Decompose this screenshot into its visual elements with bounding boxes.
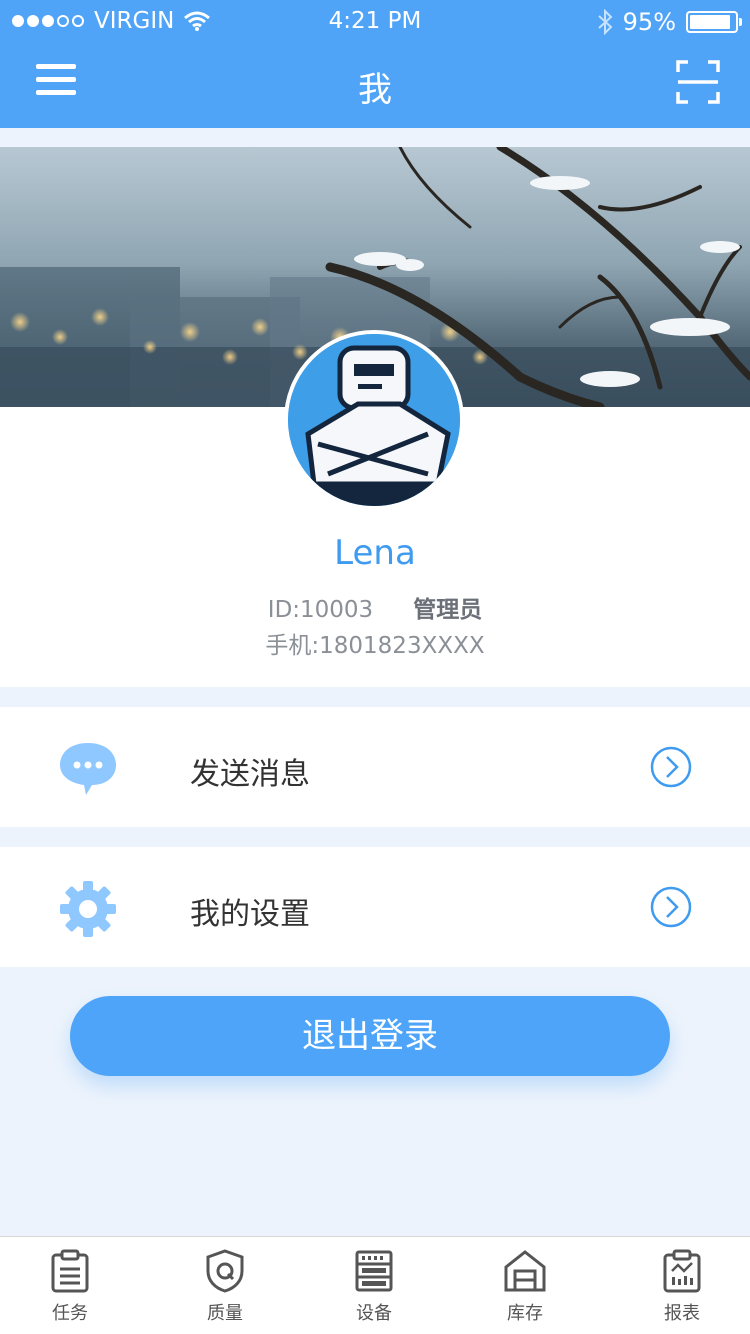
tab-label: 设备 xyxy=(356,1303,392,1324)
tab-equipment[interactable]: 设备 xyxy=(329,1249,419,1333)
menu-label-send-message: 发送消息 xyxy=(190,757,310,792)
tab-label: 任务 xyxy=(52,1303,88,1324)
report-chart-icon xyxy=(663,1249,701,1293)
scan-icon[interactable] xyxy=(676,60,720,104)
tab-tasks[interactable]: 任务 xyxy=(25,1249,115,1333)
server-rack-icon xyxy=(355,1250,393,1292)
user-id: ID:10003 xyxy=(267,597,374,623)
page-title: 我 xyxy=(358,70,392,110)
clipboard-list-icon xyxy=(51,1249,89,1293)
battery-icon xyxy=(686,11,742,33)
warehouse-icon xyxy=(504,1250,546,1292)
tab-label: 库存 xyxy=(507,1303,543,1324)
tab-quality[interactable]: 质量 xyxy=(180,1249,270,1333)
status-bar: VIRGIN 4:21 PM 95% xyxy=(0,0,750,44)
chat-bubble-icon xyxy=(60,743,116,795)
tab-inventory[interactable]: 库存 xyxy=(480,1249,570,1333)
user-name: Lena xyxy=(334,533,416,573)
user-role: 管理员 xyxy=(413,597,483,623)
tab-reports[interactable]: 报表 xyxy=(637,1249,727,1333)
avatar[interactable] xyxy=(284,330,464,510)
battery-percent: 95% xyxy=(622,8,676,36)
shield-q-icon xyxy=(206,1249,244,1293)
menu-label-my-settings: 我的设置 xyxy=(190,897,310,932)
bottom-tab-bar: 任务 质量 设备 库存 报表 xyxy=(0,1236,750,1334)
tab-label: 报表 xyxy=(664,1303,700,1324)
app-header: VIRGIN 4:21 PM 95% 我 xyxy=(0,0,750,128)
tab-label: 质量 xyxy=(207,1303,243,1324)
logout-button[interactable]: 退出登录 xyxy=(70,996,670,1076)
chevron-right-circle-icon[interactable] xyxy=(650,746,692,788)
menu-row-send-message[interactable]: 发送消息 xyxy=(0,707,750,827)
bluetooth-icon xyxy=(597,9,613,35)
user-phone: 手机:1801823XXXX xyxy=(265,633,485,659)
chevron-right-circle-icon[interactable] xyxy=(650,886,692,928)
menu-row-my-settings[interactable]: 我的设置 xyxy=(0,847,750,967)
user-meta: ID:10003 管理员 xyxy=(0,590,750,624)
nav-bar: 我 xyxy=(0,44,750,128)
gear-icon xyxy=(60,881,116,937)
